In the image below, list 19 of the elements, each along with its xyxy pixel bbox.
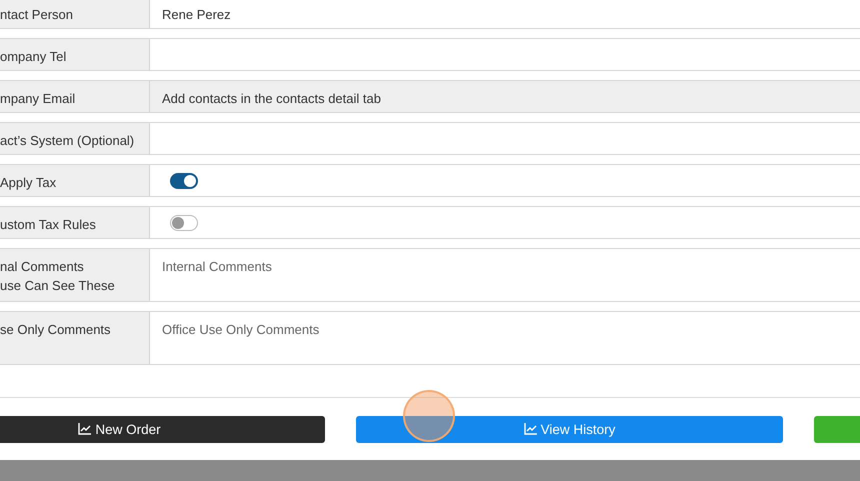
field-label: Apply Tax: [0, 174, 56, 192]
text-field[interactable]: Rene Perez: [162, 0, 848, 24]
field-label: se Only Comments: [0, 321, 111, 339]
field-label: act’s System (Optional): [0, 132, 134, 150]
field-label: nal Comments use Can See These: [0, 258, 115, 295]
chart-icon: [524, 423, 537, 435]
field-label: ustom Tax Rules: [0, 216, 96, 234]
view-history-button[interactable]: View History: [356, 416, 783, 442]
field-label: ompany Tel: [0, 48, 66, 66]
chart-icon: [78, 423, 92, 435]
click-indicator: [403, 390, 455, 442]
comments-field[interactable]: Office Use Only Comments: [162, 312, 848, 364]
comments-field[interactable]: Internal Comments: [162, 249, 848, 301]
new-order-button[interactable]: New Order: [0, 416, 325, 442]
field-label: mpany Email: [0, 90, 76, 108]
field-label: ntact Person: [0, 6, 73, 24]
toggle-switch[interactable]: [170, 173, 198, 189]
field-value: Add contacts in the contacts detail tab: [162, 90, 381, 108]
toggle-switch[interactable]: [170, 215, 198, 231]
